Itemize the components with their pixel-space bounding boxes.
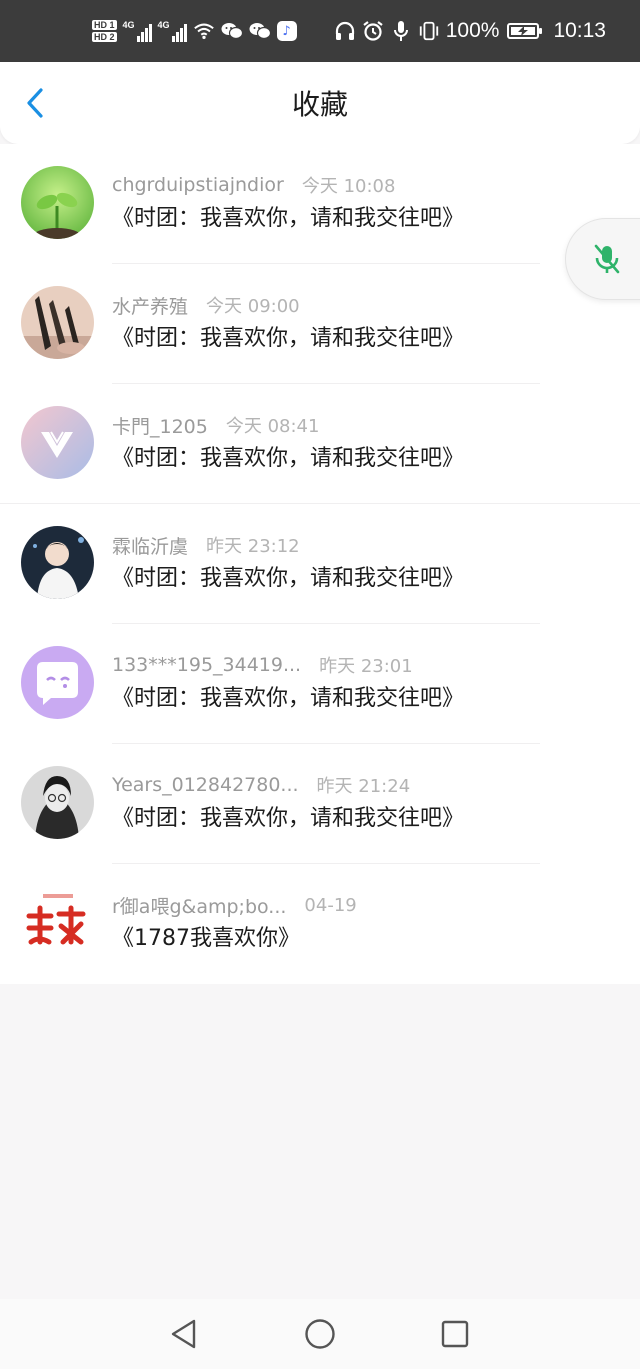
username[interactable]: 水产养殖 bbox=[112, 292, 188, 319]
timestamp: 昨天 21:24 bbox=[316, 776, 411, 797]
battery-icon bbox=[507, 23, 543, 39]
signal-icon-2: 4G bbox=[158, 20, 187, 42]
headphones-icon bbox=[334, 20, 356, 42]
list-item[interactable]: 133***195_34419... 昨天 23:01 《时团：我喜欢你，请和我… bbox=[0, 624, 640, 744]
avatar[interactable] bbox=[21, 406, 94, 479]
timestamp: 今天 08:41 bbox=[225, 416, 320, 437]
avatar[interactable] bbox=[21, 286, 94, 359]
recents-square-icon bbox=[441, 1320, 469, 1348]
signal-icon: 4G bbox=[123, 20, 152, 42]
system-nav-bar bbox=[0, 1299, 640, 1369]
hd1-label: HD 1 bbox=[92, 20, 117, 30]
nav-back-button[interactable] bbox=[165, 1316, 201, 1352]
timestamp: 今天 10:08 bbox=[301, 176, 396, 197]
nav-home-button[interactable] bbox=[302, 1316, 338, 1352]
wifi-icon bbox=[193, 20, 215, 42]
username[interactable]: 霖临沂虞 bbox=[112, 532, 188, 559]
home-circle-icon bbox=[305, 1319, 335, 1349]
list-item[interactable]: r御a喂g&amp;bo... 04-19 《1787我喜欢你》 bbox=[0, 864, 640, 984]
favorite-message[interactable]: 《时团：我喜欢你，请和我交往吧》 bbox=[112, 204, 464, 234]
status-bar: HD 1 HD 2 4G 4G ♪ 100% 10:13 bbox=[0, 0, 640, 62]
item-meta: 卡門_1205 今天 08:41 bbox=[112, 412, 319, 438]
music-app-icon: ♪ bbox=[276, 21, 297, 41]
username[interactable]: 卡門_1205 bbox=[112, 412, 208, 439]
clock: 10:13 bbox=[553, 19, 606, 42]
nav-recents-button[interactable] bbox=[437, 1316, 473, 1352]
item-meta: Years_012842780... 昨天 21:24 bbox=[112, 772, 410, 798]
hd-indicator: HD 1 HD 2 bbox=[92, 20, 117, 42]
item-meta: 133***195_34419... 昨天 23:01 bbox=[112, 652, 413, 678]
avatar[interactable] bbox=[21, 646, 94, 719]
favorite-message[interactable]: 《时团：我喜欢你，请和我交往吧》 bbox=[112, 564, 464, 594]
wechat-icon-2 bbox=[249, 20, 271, 42]
timestamp: 昨天 23:01 bbox=[319, 656, 413, 677]
battery-percent: 100% bbox=[445, 19, 500, 42]
vibrate-icon bbox=[418, 20, 440, 42]
floating-mic-button[interactable] bbox=[565, 218, 640, 300]
list-item[interactable]: chgrduipstiajndior 今天 10:08 《时团：我喜欢你，请和我… bbox=[0, 144, 640, 264]
avatar[interactable] bbox=[21, 886, 94, 959]
avatar[interactable] bbox=[21, 526, 94, 599]
page-title: 收藏 bbox=[291, 88, 348, 121]
username[interactable]: Years_012842780... bbox=[112, 774, 299, 796]
header-bar: 收藏 bbox=[0, 62, 640, 144]
item-meta: 霖临沂虞 昨天 23:12 bbox=[112, 532, 300, 558]
timestamp: 昨天 23:12 bbox=[206, 536, 300, 557]
favorite-message[interactable]: 《时团：我喜欢你，请和我交往吧》 bbox=[112, 804, 464, 834]
list-item[interactable]: 卡門_1205 今天 08:41 《时团：我喜欢你，请和我交往吧》 bbox=[0, 384, 640, 504]
hd2-label: HD 2 bbox=[92, 32, 117, 42]
mic-muted-icon bbox=[594, 244, 620, 274]
item-meta: 水产养殖 今天 09:00 bbox=[112, 292, 300, 318]
username[interactable]: chgrduipstiajndior bbox=[112, 174, 284, 196]
alarm-icon bbox=[362, 20, 384, 42]
status-bar-right: 100% 10:13 bbox=[334, 16, 606, 46]
timestamp: 04-19 bbox=[304, 894, 357, 916]
avatar[interactable] bbox=[21, 166, 94, 239]
list-item[interactable]: 霖临沂虞 昨天 23:12 《时团：我喜欢你，请和我交往吧》 bbox=[0, 504, 640, 624]
favorites-screen: HD 1 HD 2 4G 4G ♪ 100% 10:13 收藏 chgrduip… bbox=[0, 0, 640, 1369]
timestamp: 今天 09:00 bbox=[206, 296, 300, 317]
item-meta: r御a喂g&amp;bo... 04-19 bbox=[112, 892, 357, 918]
username[interactable]: r御a喂g&amp;bo... bbox=[112, 892, 286, 919]
avatar[interactable] bbox=[21, 766, 94, 839]
wechat-icon bbox=[221, 20, 243, 42]
status-bar-left: HD 1 HD 2 4G 4G ♪ bbox=[92, 16, 297, 46]
favorite-message[interactable]: 《1787我喜欢你》 bbox=[112, 924, 300, 954]
list-item[interactable]: Years_012842780... 昨天 21:24 《时团：我喜欢你，请和我… bbox=[0, 744, 640, 864]
favorites-list: chgrduipstiajndior 今天 10:08 《时团：我喜欢你，请和我… bbox=[0, 144, 640, 984]
mic-icon bbox=[390, 20, 412, 42]
username[interactable]: 133***195_34419... bbox=[112, 654, 301, 676]
list-item[interactable]: 水产养殖 今天 09:00 《时团：我喜欢你，请和我交往吧》 bbox=[0, 264, 640, 384]
favorite-message[interactable]: 《时团：我喜欢你，请和我交往吧》 bbox=[112, 444, 464, 474]
favorite-message[interactable]: 《时团：我喜欢你，请和我交往吧》 bbox=[112, 324, 464, 354]
item-meta: chgrduipstiajndior 今天 10:08 bbox=[112, 172, 395, 198]
back-triangle-icon bbox=[171, 1319, 196, 1349]
favorite-message[interactable]: 《时团：我喜欢你，请和我交往吧》 bbox=[112, 684, 464, 714]
